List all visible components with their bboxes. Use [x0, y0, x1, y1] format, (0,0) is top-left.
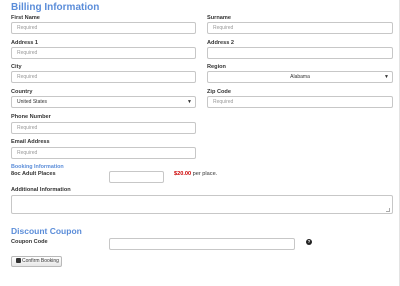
- coupon-code-label: Coupon Code: [11, 239, 48, 245]
- first-name-field[interactable]: Required: [11, 22, 196, 34]
- region-select[interactable]: Alabama ▼: [207, 71, 393, 83]
- zip-field[interactable]: Required: [207, 96, 393, 108]
- checkbox-icon: [16, 257, 21, 263]
- city-field[interactable]: Required: [11, 71, 196, 83]
- country-value: United States: [17, 99, 48, 105]
- surname-field[interactable]: Required: [207, 22, 393, 34]
- price-amount: $20.00: [174, 171, 192, 177]
- surname-label: Surname: [207, 15, 231, 21]
- country-label: Country: [11, 89, 33, 95]
- additional-info-textarea[interactable]: [11, 195, 393, 214]
- region-value: Alabama: [290, 74, 310, 80]
- confirm-booking-label: Confirm Booking: [22, 258, 59, 264]
- email-label: Email Address: [11, 139, 50, 145]
- chevron-down-icon: ▼: [187, 99, 192, 105]
- resize-handle-icon[interactable]: [386, 208, 390, 212]
- price-text: $20.00 per place.: [174, 171, 217, 178]
- address2-label: Address 2: [207, 40, 235, 46]
- address1-label: Address 1: [11, 40, 39, 46]
- city-label: City: [11, 64, 22, 70]
- coupon-code-field[interactable]: [109, 238, 295, 250]
- first-name-label: First Name: [11, 15, 40, 21]
- places-label: 8oc Adult Places: [11, 171, 56, 177]
- email-field[interactable]: Required: [11, 147, 196, 159]
- billing-title: Billing Information: [11, 2, 100, 13]
- confirm-booking-button[interactable]: Confirm Booking: [11, 256, 62, 267]
- booking-title: Booking Information: [11, 164, 64, 170]
- chevron-down-icon: ▼: [384, 74, 389, 80]
- region-label: Region: [207, 64, 226, 70]
- phone-field[interactable]: Required: [11, 122, 196, 134]
- coupon-title: Discount Coupon: [11, 226, 82, 236]
- address2-field[interactable]: [207, 47, 393, 59]
- zip-label: Zip Code: [207, 89, 231, 95]
- country-select[interactable]: United States ▼: [11, 96, 196, 108]
- help-icon[interactable]: ?: [306, 239, 312, 245]
- additional-info-label: Additional Information: [11, 187, 71, 193]
- price-suffix: per place.: [191, 171, 218, 177]
- address1-field[interactable]: Required: [11, 47, 196, 59]
- places-field[interactable]: [109, 171, 164, 183]
- phone-label: Phone Number: [11, 114, 51, 120]
